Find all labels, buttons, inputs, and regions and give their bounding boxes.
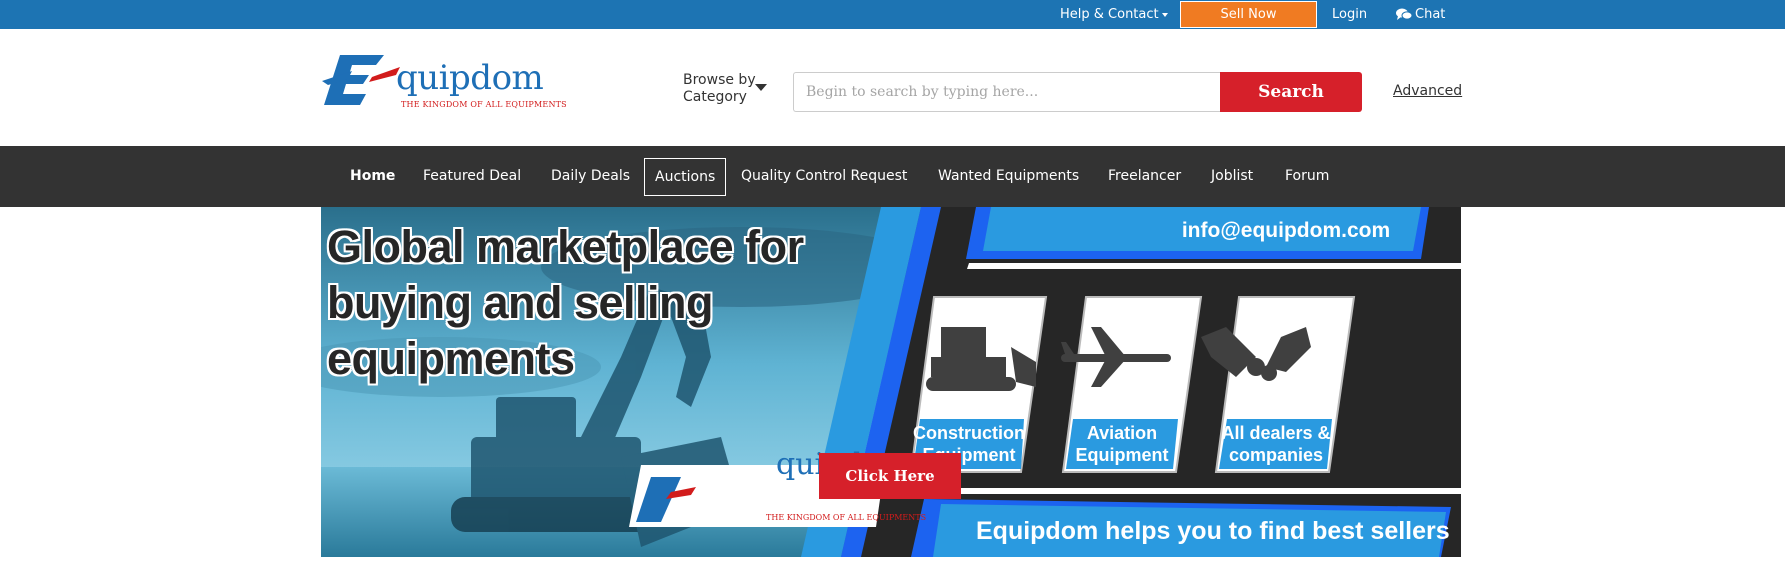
browse-label-line2: Category [683,89,747,105]
nav-item-joblist[interactable]: Joblist [1211,146,1253,207]
card-dealers-line1: All dealers & [1221,423,1331,443]
search-button[interactable]: Search [1220,72,1362,112]
logo-e-mark-icon [322,55,400,105]
header: quipdom THE KINGDOM OF ALL EQUIPMENTS Br… [0,29,1785,146]
card-dealers-label: All dealers & companies [1211,422,1341,466]
nav-item-quality-control-request[interactable]: Quality Control Request [741,146,907,207]
browse-label-line1: Browse by [683,72,756,88]
hero-banner[interactable]: Global marketplace for buying and sellin… [321,207,1461,557]
top-bar: Help & Contact Sell Now Login Chat [0,0,1785,29]
caret-down-icon [755,84,767,91]
advanced-search-link[interactable]: Advanced [1393,83,1462,99]
logo-tagline: THE KINGDOM OF ALL EQUIPMENTS [401,100,567,109]
nav-item-featured-deal[interactable]: Featured Deal [423,146,521,207]
browse-by-category-dropdown[interactable]: Browse by Category [683,72,767,106]
banner-email[interactable]: info@equipdom.com [1111,209,1461,259]
search-input[interactable] [793,72,1221,112]
banner-tagline: Equipdom helps you to find best sellers [976,517,1450,545]
login-link[interactable]: Login [1332,0,1367,29]
nav-item-daily-deals[interactable]: Daily Deals [551,146,630,207]
nav-item-freelancer[interactable]: Freelancer [1108,146,1181,207]
sell-now-button[interactable]: Sell Now [1180,1,1317,28]
chat-icon [1396,8,1413,20]
nav-item-auctions[interactable]: Auctions [644,158,727,196]
click-here-button[interactable]: Click Here [819,453,961,499]
caret-down-icon [1161,12,1168,17]
card-aviation-line2: Equipment [1075,445,1169,465]
card-construction-line1: Construction [913,423,1025,443]
nav-item-home[interactable]: Home [350,146,395,207]
main-nav: Home Featured Deal Daily Deals Auctions … [0,146,1785,207]
nav-item-forum[interactable]: Forum [1285,146,1329,207]
card-aviation-label: Aviation Equipment [1057,422,1187,466]
chat-link[interactable]: Chat [1396,0,1445,29]
site-logo[interactable]: quipdom THE KINGDOM OF ALL EQUIPMENTS [322,51,567,111]
chat-label: Chat [1415,7,1446,22]
help-contact-label: Help & Contact [1060,7,1159,22]
nav-item-wanted-equipments[interactable]: Wanted Equipments [938,146,1079,207]
card-dealers-line2: companies [1228,445,1324,465]
banner-logo-tagline: THE KINGDOM OF ALL EQUIPMENTS [766,513,927,522]
help-contact-menu[interactable]: Help & Contact [1060,0,1168,29]
logo-wordmark: quipdom [396,58,544,98]
banner-heading: Global marketplace for buying and sellin… [327,221,804,384]
card-aviation-line1: Aviation [1086,423,1158,443]
